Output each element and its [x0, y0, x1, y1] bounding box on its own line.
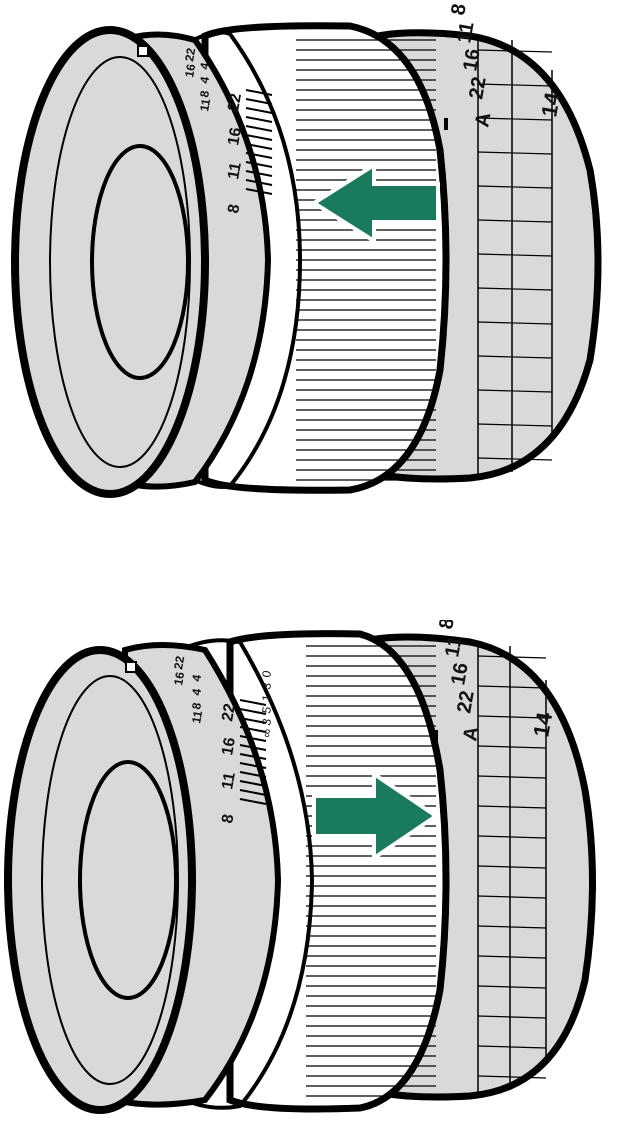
scale-label: 22 [182, 47, 198, 63]
scale-label: 22 [225, 92, 245, 113]
index-mark [125, 661, 137, 673]
scale-label: 8 [447, 2, 471, 17]
scale-label: 16 [447, 661, 473, 687]
scale-label: 8 [435, 620, 459, 631]
scale-label: 11 [441, 634, 466, 659]
focal-length-mark: 14 [528, 710, 557, 739]
scale-label: 22 [171, 655, 187, 671]
front-lens-element [78, 760, 178, 1000]
lens-focus-ring-pushed: 16 22 11 8 4 4 8 11 16 22 ∞ 3 5 1 3 0 A 22 16 11 8 14 [0, 620, 629, 1135]
scale-label: 16 [225, 126, 245, 147]
scale-label: 16 [219, 736, 239, 757]
scale-label: 16 [182, 63, 198, 79]
focal-length-mark: 14 [536, 90, 565, 119]
scale-label: 22 [453, 689, 479, 715]
lens-focus-ring-pulled: 16 22 11 8 4 4 8 11 16 22 A 22 16 11 8 14 [0, 0, 629, 520]
scale-label: 16 [171, 671, 187, 687]
lens-illustration-top: 1622118448111622 A2216118 14 [11, 2, 602, 498]
scale-label: 22 [219, 702, 239, 723]
scale-label: 11 [219, 771, 239, 791]
scale-label: 11 [225, 161, 245, 181]
lens-illustration-bottom: 1622118448111622 ∞35130 A2216118 14 [4, 620, 596, 1114]
scale-label: 22 [465, 75, 491, 101]
scale-label: 16 [459, 47, 485, 73]
front-lens-element [90, 144, 190, 380]
scale-label: 11 [453, 20, 478, 45]
index-mark [137, 45, 149, 57]
